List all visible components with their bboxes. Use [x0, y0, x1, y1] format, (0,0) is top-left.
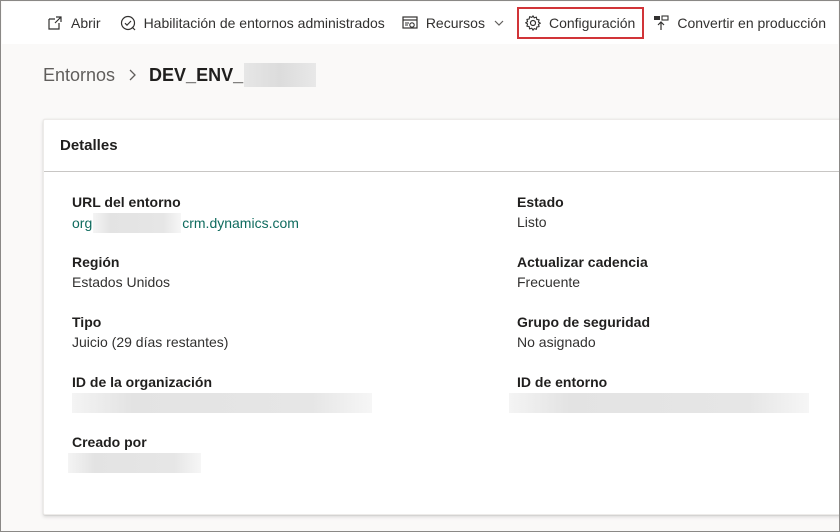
field-security-group: Grupo de seguridad No asignado	[517, 313, 650, 351]
region-value: Estados Unidos	[72, 274, 171, 290]
type-value: Juicio (29 días restantes)	[72, 334, 229, 350]
breadcrumb: Entornos DEV_ENV_	[43, 63, 317, 87]
url-prefix[interactable]: org	[72, 214, 92, 232]
convert-label: Convertir en producción	[677, 15, 826, 31]
env-id-value	[509, 393, 809, 417]
managed-environments-label: Habilitación de entornos administrados	[143, 15, 385, 31]
redacted-env-id	[509, 393, 809, 413]
convert-to-production-button[interactable]: Convertir en producción	[648, 3, 834, 43]
redacted-name	[244, 63, 317, 87]
state-label: Estado	[517, 194, 564, 210]
command-bar: Abrir Habilitación de entornos administr…	[2, 2, 838, 44]
managed-environment-icon	[118, 13, 138, 33]
app-frame: Abrir Habilitación de entornos administr…	[0, 0, 840, 532]
created-by-value	[68, 453, 201, 477]
field-update-cadence: Actualizar cadencia Frecuente	[517, 253, 648, 291]
open-external-icon	[45, 13, 65, 33]
resources-icon	[400, 13, 420, 33]
redacted-url-part	[93, 213, 182, 233]
security-value: No asignado	[517, 334, 596, 350]
settings-button[interactable]: Configuración	[516, 7, 645, 39]
cadence-label: Actualizar cadencia	[517, 254, 648, 270]
field-region: Región Estados Unidos	[72, 253, 170, 291]
region-label: Región	[72, 254, 120, 270]
org-id-value	[72, 393, 372, 417]
type-label: Tipo	[72, 314, 102, 330]
breadcrumb-environments-link[interactable]: Entornos	[43, 65, 115, 86]
url-suffix[interactable]: crm.dynamics.com	[182, 214, 299, 232]
redacted-created-by	[68, 453, 201, 473]
resources-dropdown[interactable]: Recursos	[397, 3, 513, 43]
managed-environments-button[interactable]: Habilitación de entornos administrados	[115, 3, 393, 43]
gear-icon	[523, 13, 543, 33]
env-id-label: ID de entorno	[517, 374, 608, 390]
field-environment-url: URL del entorno org crm.dynamics.com	[72, 193, 299, 233]
url-label: URL del entorno	[72, 194, 181, 210]
convert-icon	[651, 13, 671, 33]
security-label: Grupo de seguridad	[517, 314, 651, 330]
state-value: Listo	[517, 214, 547, 230]
created-by-label: Creado por	[72, 434, 147, 450]
page-title: DEV_ENV_	[149, 64, 244, 85]
field-organization-id: ID de la organización	[72, 373, 372, 417]
chevron-right-icon	[125, 68, 139, 82]
org-id-label: ID de la organización	[72, 374, 213, 390]
open-label: Abrir	[71, 15, 101, 31]
chevron-down-icon	[493, 17, 505, 29]
details-card: Detalles URL del entorno org crm.dynamic…	[43, 119, 839, 515]
field-state: Estado Listo	[517, 193, 564, 231]
details-title: Detalles	[44, 120, 839, 172]
field-environment-id: ID de entorno	[509, 373, 809, 417]
environment-url-link[interactable]: org crm.dynamics.com	[72, 213, 299, 233]
field-created-by: Creado por	[68, 433, 201, 477]
resources-label: Recursos	[425, 15, 485, 31]
field-type: Tipo Juicio (29 días restantes)	[72, 313, 228, 351]
settings-label: Configuración	[548, 15, 636, 31]
redacted-org-id	[72, 393, 372, 413]
cadence-value: Frecuente	[517, 274, 581, 290]
open-button[interactable]: Abrir	[42, 3, 109, 43]
